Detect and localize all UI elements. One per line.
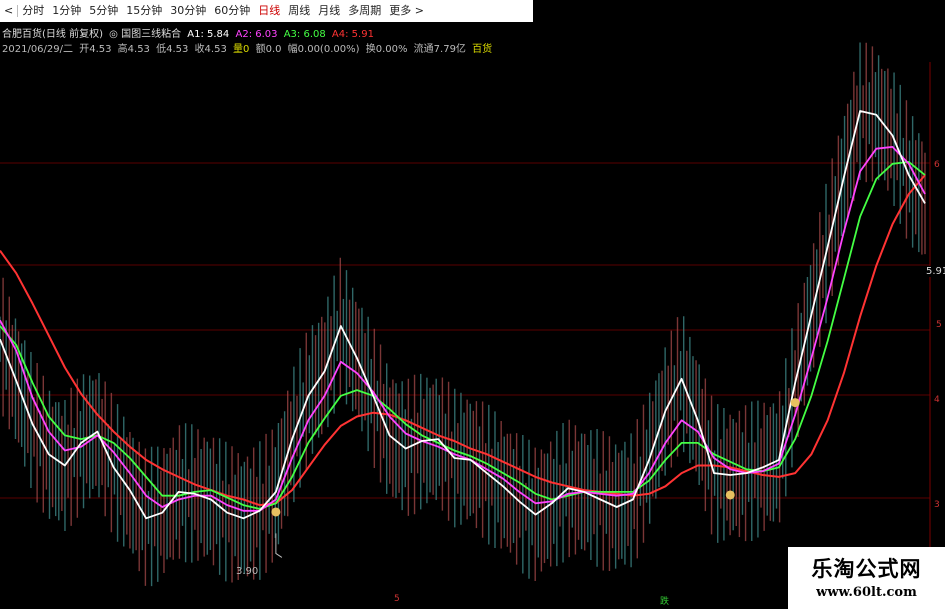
- tab-weekly[interactable]: 周线: [284, 0, 314, 22]
- tab-30min[interactable]: 30分钟: [166, 0, 210, 22]
- signal-marker-icon: [271, 507, 281, 517]
- period-toolbar: < 分时 1分钟 5分钟 15分钟 30分钟 60分钟 日线 周线 月线 多周期…: [0, 0, 533, 22]
- quote-date: 2021/06/29/二: [2, 44, 74, 55]
- quote-close: 收4.53: [194, 44, 227, 55]
- bottom-marker: 5: [394, 594, 400, 604]
- kline-chart[interactable]: [0, 0, 945, 609]
- watermark: 乐淘公式网 www.60lt.com: [788, 547, 945, 609]
- a1-value: A1: 5.84: [187, 29, 230, 40]
- quote-float: 流通7.79亿: [413, 44, 466, 55]
- tab-60min[interactable]: 60分钟: [210, 0, 254, 22]
- bottom-marker: 跌: [660, 597, 670, 607]
- signal-marker-icon: [790, 398, 800, 408]
- watermark-title: 乐淘公式网: [811, 557, 922, 581]
- axis-tick-label: 4: [934, 395, 940, 405]
- indicator-info-line: 合肥百货(日线 前复权) ◎ 国图三线粘合 A1: 5.84 A2: 6.03 …: [2, 25, 377, 40]
- tab-multi-period[interactable]: 多周期: [344, 0, 385, 22]
- nav-back-icon[interactable]: <: [0, 0, 17, 22]
- quote-info-line: 2021/06/29/二 开4.53 高4.53 低4.53 收4.53 量0 …: [2, 40, 495, 55]
- axis-tick-label: 3: [934, 500, 940, 510]
- tab-1min[interactable]: 1分钟: [48, 0, 85, 22]
- tab-timeshare[interactable]: 分时: [18, 0, 48, 22]
- quote-open: 开4.53: [79, 44, 112, 55]
- tab-daily[interactable]: 日线: [254, 0, 284, 22]
- stock-name: 合肥百货(日线 前复权): [2, 29, 103, 40]
- a4-value: A4: 5.91: [331, 29, 374, 40]
- quote-amount: 额0.0: [255, 44, 282, 55]
- watermark-url: www.60lt.com: [816, 585, 917, 600]
- tab-more[interactable]: 更多 >: [385, 0, 428, 22]
- quote-change: 幅0.00(0.00%): [287, 44, 360, 55]
- signal-marker-icon: [725, 490, 735, 500]
- axis-tick-label: 5: [936, 320, 942, 330]
- last-price-label: 5.91: [926, 266, 945, 277]
- tab-15min[interactable]: 15分钟: [122, 0, 166, 22]
- quote-volume: 量0: [233, 44, 250, 55]
- quote-low: 低4.53: [156, 44, 189, 55]
- quote-sector: 百货: [472, 44, 493, 55]
- indicator-name: ◎ 国图三线粘合: [109, 29, 182, 40]
- axis-tick-label: 6: [934, 160, 940, 170]
- low-price-label: 3.90: [236, 566, 259, 577]
- quote-turnover: 换0.00%: [365, 44, 408, 55]
- tab-monthly[interactable]: 月线: [314, 0, 344, 22]
- a2-value: A2: 6.03: [235, 29, 278, 40]
- quote-high: 高4.53: [117, 44, 150, 55]
- tab-5min[interactable]: 5分钟: [85, 0, 122, 22]
- a3-value: A3: 6.08: [283, 29, 326, 40]
